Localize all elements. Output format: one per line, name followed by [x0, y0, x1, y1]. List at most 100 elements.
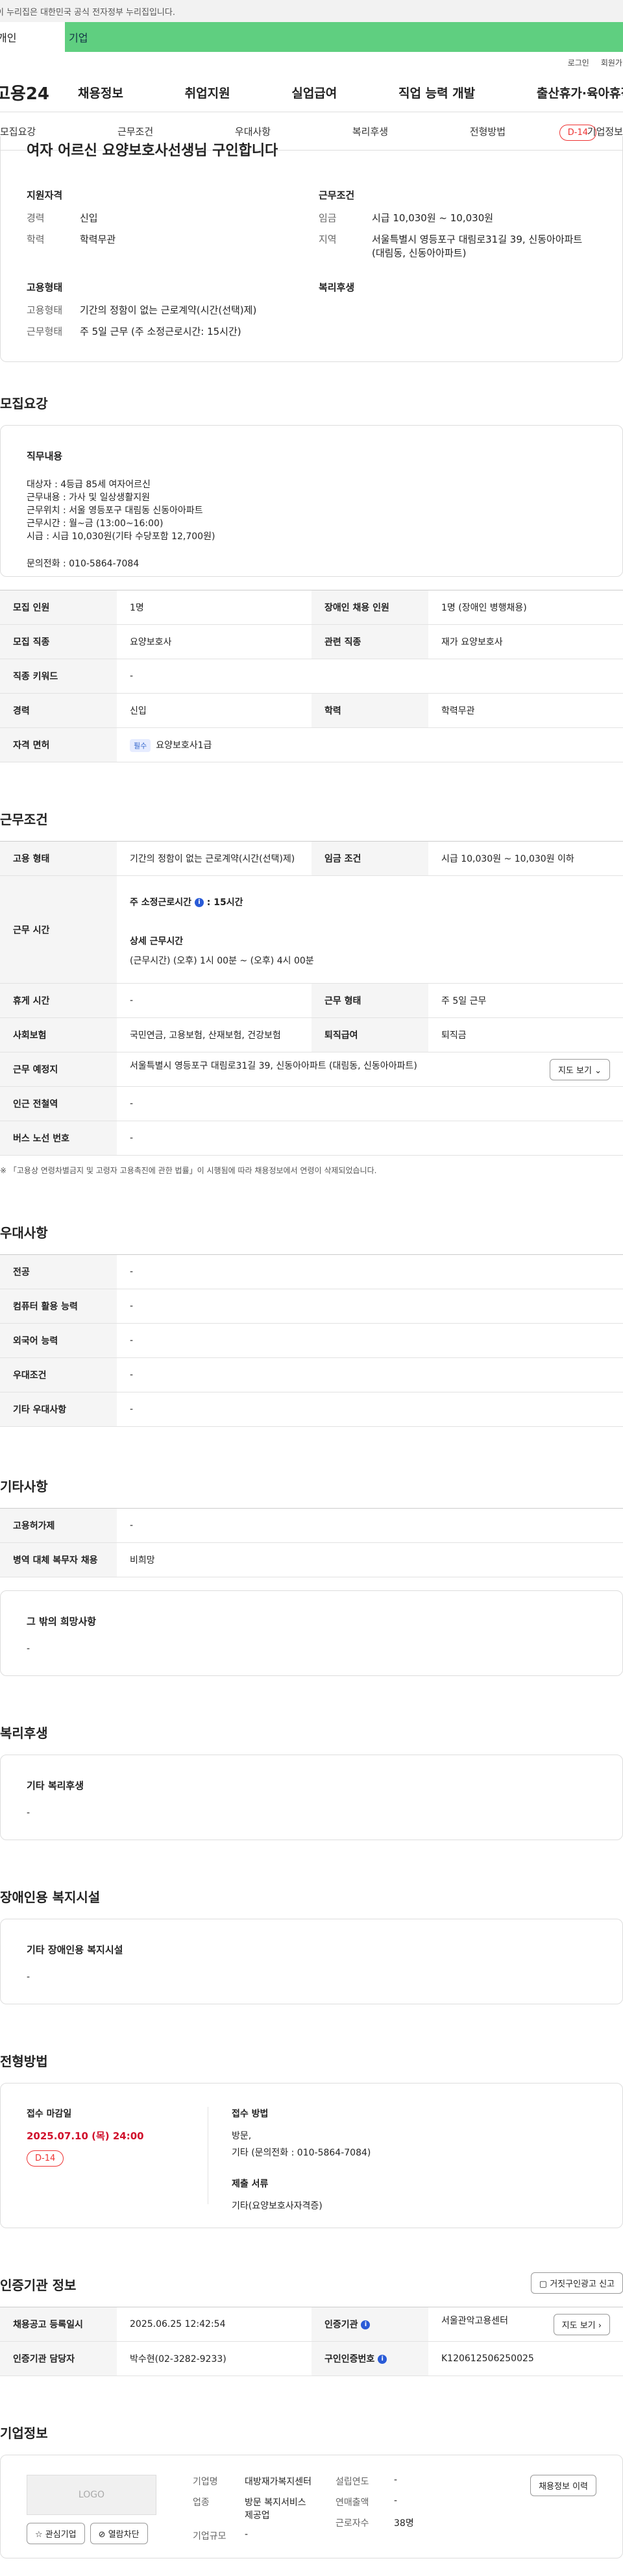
- table-cell: 학력무관: [428, 693, 623, 728]
- block-company-button[interactable]: ⊘ 열람차단: [90, 2523, 148, 2544]
- favorite-company-button[interactable]: ☆ 관심기업: [27, 2523, 85, 2544]
- disability-card: 기타 장애인용 복지시설 -: [0, 1919, 623, 2004]
- table-header-cell: 외국어 능력: [0, 1323, 117, 1358]
- table-cell: 국민연금, 고용보험, 산재보험, 건강보험: [117, 1017, 312, 1052]
- table-cell: 2025.06.25 12:42:54: [117, 2307, 312, 2342]
- cert-map-button[interactable]: 지도 보기 ›: [553, 2313, 610, 2335]
- condition-heading: 근무조건: [319, 189, 355, 201]
- table-cell: -: [117, 1392, 623, 1427]
- table-cell: -: [117, 1508, 623, 1543]
- table-header-cell: 임금 조건: [312, 841, 428, 876]
- table-cell: 시급 10,030원 ~ 10,030원 이하: [428, 841, 623, 876]
- wish-card: 그 밖의 희망사항 -: [0, 1590, 623, 1676]
- gnb-employment-support[interactable]: 취업지원: [185, 84, 230, 101]
- company-section: 기업정보 LOGO ☆ 관심기업 ⊘ 열람차단 기업명 대방재가복지센터 업종 방문…: [0, 2423, 623, 2558]
- table-cell: 기간의 정함이 없는 근로계약(시간(선택)제): [117, 841, 312, 876]
- report-fake-ad-button[interactable]: ▢ 거짓구인광고 신고: [530, 2272, 623, 2294]
- table-cell: -: [117, 1357, 623, 1392]
- table-cell: 신입: [117, 693, 312, 728]
- site-logo[interactable]: 고용24: [0, 80, 78, 104]
- table-cell: 퇴직금: [428, 1017, 623, 1052]
- table-cell: 1명 (장애인 병행채용): [428, 590, 623, 625]
- recruit-section: 모집요강 직무내용 대상자 : 4등급 85세 여자어르신 근무내용 : 가사 …: [0, 393, 623, 762]
- gnb-leave[interactable]: 출산휴가·육아휴직: [537, 84, 623, 101]
- welfare-heading: 복리후생: [319, 282, 355, 293]
- duty-card: 직무내용 대상자 : 4등급 85세 여자어르신 근무내용 : 가사 및 일상생…: [0, 425, 623, 577]
- qualification-heading: 지원자격: [27, 189, 63, 201]
- hiring-history-button[interactable]: 채용정보 이력: [530, 2475, 596, 2496]
- selection-title: 전형방법: [0, 2054, 48, 2069]
- table-header-cell: 퇴직급여: [312, 1017, 428, 1052]
- top-tabs: 개인 기업: [0, 22, 623, 52]
- work-section: 근무조건 고용 형태 기간의 정함이 없는 근로계약(시간(선택)제) 임금 조건 시…: [0, 809, 623, 1176]
- table-cell: -: [117, 1086, 623, 1121]
- table-header-cell: 근무 예정지: [0, 1052, 117, 1087]
- info-icon[interactable]: i: [361, 2320, 371, 2329]
- map-button[interactable]: 지도 보기 ⌄: [549, 1058, 610, 1080]
- disability-section: 장애인용 복지시설 기타 장애인용 복지시설 -: [0, 1887, 623, 2004]
- table-cell: 비희망: [117, 1542, 623, 1577]
- table-header-cell: 버스 노선 번호: [0, 1121, 117, 1156]
- pref-title: 우대사항: [0, 1225, 48, 1241]
- cert-title: 인증기관 정보: [0, 2278, 77, 2293]
- company-logo: LOGO: [27, 2475, 156, 2515]
- required-badge: 필수: [130, 738, 151, 752]
- table-header-cell: 관련 직종: [312, 624, 428, 659]
- table-cell: -: [117, 1254, 623, 1289]
- table-cell: -: [117, 1121, 623, 1156]
- welfare-title: 복리후생: [0, 1725, 48, 1741]
- table-header-cell: 기타 우대사항: [0, 1392, 117, 1427]
- pref-section: 우대사항 전공 - 컴퓨터 활용 능력 - 외국어 능력 - 우대조건 - 기타 우대사…: [0, 1222, 623, 1427]
- table-header-cell: 병역 대체 복무자 채용: [0, 1542, 117, 1577]
- login-link[interactable]: 로그인: [568, 57, 589, 68]
- table-header-cell: 장애인 채용 인원: [312, 590, 428, 625]
- table-header-cell: 인근 전철역: [0, 1086, 117, 1121]
- job-summary-card: 여자 어르신 요양보호사선생님 구인합니다 D-14 지원자격 경력 신입 학력 학…: [0, 125, 623, 362]
- table-cell: -: [117, 1289, 623, 1324]
- global-nav: 고용24 채용정보 취업지원 실업급여 직업 능력 개발 출산휴가·육아휴직: [0, 73, 623, 112]
- tab-person[interactable]: 개인: [0, 22, 65, 52]
- table-cell: -: [117, 659, 623, 694]
- table-header-cell: 근무 시간: [0, 875, 117, 984]
- table-header-cell: 우대조건: [0, 1357, 117, 1392]
- work-title: 근무조건: [0, 812, 48, 827]
- star-icon: ☆: [35, 2530, 43, 2540]
- table-cell: 주 소정근로시간 i : 15시간 상세 근무시간 (근무시간) (오후) 1시…: [117, 875, 623, 984]
- table-cell: 재가 요양보호사: [428, 624, 623, 659]
- etc-table: 고용허가제 - 병역 대체 복무자 채용 비희망: [0, 1508, 623, 1577]
- age-notice: ※ 「고용상 연령차별금지 및 고령자 고용촉진에 관한 법률」이 시행됨에 따…: [0, 1166, 377, 1175]
- table-header-cell: 고용 형태: [0, 841, 117, 876]
- info-icon[interactable]: i: [378, 2355, 387, 2364]
- selection-card: 접수 마감일 2025.07.10 (목) 24:00 D-14 접수 방법 방…: [0, 2083, 623, 2228]
- info-icon[interactable]: i: [194, 897, 204, 907]
- gov-bar: 이 누리집은 대한민국 공식 전자정부 누리집입니다.: [0, 0, 623, 22]
- disability-title: 장애인용 복지시설: [0, 1889, 101, 1905]
- gnb-unemployment[interactable]: 실업급여: [291, 84, 337, 101]
- table-header-cell: 인증기관 i: [312, 2307, 428, 2342]
- chevron-down-icon: ⌄: [594, 1065, 602, 1076]
- employment-heading: 고용형태: [27, 282, 63, 293]
- recruit-table: 모집 인원 1명 장애인 채용 인원 1명 (장애인 병행채용) 모집 직종 요양보호사…: [0, 590, 623, 762]
- gnb-training[interactable]: 직업 능력 개발: [398, 84, 475, 101]
- table-cell: 1명: [117, 590, 312, 625]
- work-table: 고용 형태 기간의 정함이 없는 근로계약(시간(선택)제) 임금 조건 시급 10,…: [0, 841, 623, 1156]
- utility-links: 로그인 회원가입: [0, 52, 623, 73]
- selection-dday-badge: D-14: [27, 2150, 64, 2167]
- table-cell: 필수 요양보호사1급: [117, 727, 623, 762]
- table-cell: 주 5일 근무: [428, 983, 623, 1018]
- table-header-cell: 휴게 시간: [0, 983, 117, 1018]
- tab-company[interactable]: 기업: [65, 22, 623, 52]
- table-header-cell: 경력: [0, 693, 117, 728]
- cert-section: 인증기관 정보 ▢ 거짓구인광고 신고 채용공고 등록일시 2025.06.25 …: [0, 2272, 623, 2376]
- table-header-cell: 모집 인원: [0, 590, 117, 625]
- table-cell: -: [117, 1323, 623, 1358]
- table-header-cell: 직종 키워드: [0, 659, 117, 694]
- table-cell: -: [117, 983, 312, 1018]
- company-card: LOGO ☆ 관심기업 ⊘ 열람차단 기업명 대방재가복지센터 업종 방문 복지서비…: [0, 2455, 623, 2558]
- table-header-cell: 전공: [0, 1254, 117, 1289]
- job-title: 여자 어르신 요양보호사선생님 구인합니다: [27, 143, 278, 159]
- table-cell: K120612506250025: [428, 2341, 623, 2376]
- join-link[interactable]: 회원가입: [601, 57, 623, 68]
- gnb-jobs[interactable]: 채용정보: [78, 84, 123, 101]
- welfare-section: 복리후생 기타 복리후생 -: [0, 1723, 623, 1840]
